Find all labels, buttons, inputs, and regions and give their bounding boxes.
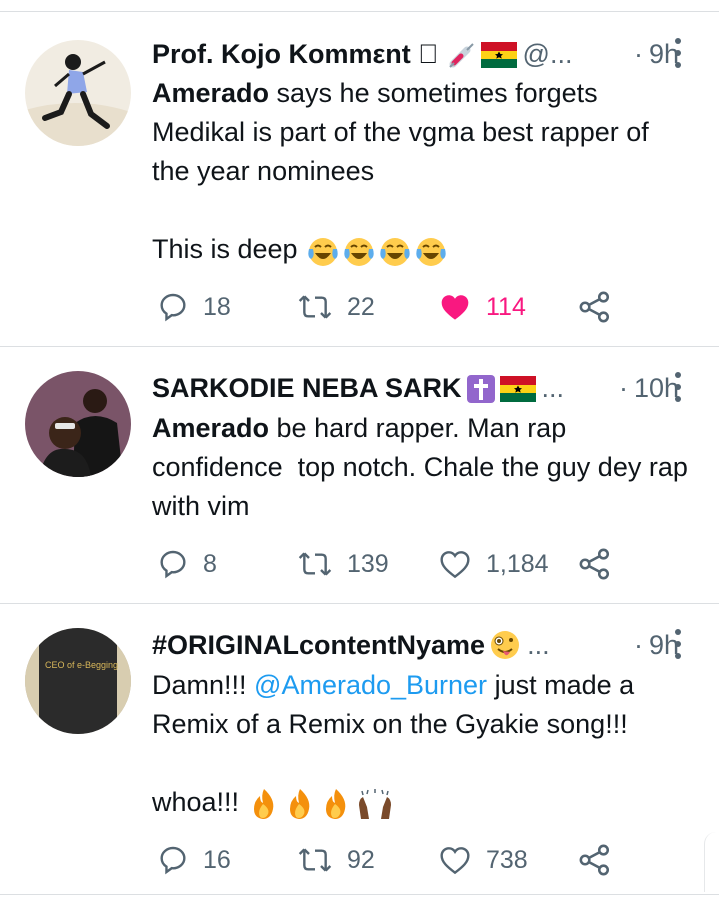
reply-button[interactable]: 18 xyxy=(157,287,231,327)
tweet-1[interactable]: Prof. Kojo Kommεnt ⃝ @... · 9h Amerado s… xyxy=(0,12,719,346)
retweet-count: 92 xyxy=(347,845,375,874)
handle[interactable]: ... xyxy=(527,630,550,661)
retweet-count: 139 xyxy=(347,549,389,578)
avatar[interactable]: CEO of e-Begging xyxy=(25,628,131,734)
heart-icon xyxy=(440,551,470,579)
reply-button[interactable]: 8 xyxy=(157,544,217,584)
retweet-button[interactable]: 92 xyxy=(297,840,375,880)
tweet-2[interactable]: SARKODIE NEBA SARK ... · 10h Amerado be … xyxy=(0,347,719,603)
like-count: 114 xyxy=(486,292,526,321)
share-button[interactable] xyxy=(578,287,626,327)
reply-icon xyxy=(160,293,186,322)
bold-text: Amerado xyxy=(152,413,270,443)
share-icon xyxy=(579,548,610,580)
avatar[interactable] xyxy=(25,40,131,146)
reply-icon xyxy=(160,846,186,875)
more-options-icon[interactable] xyxy=(673,629,683,659)
share-button[interactable] xyxy=(578,544,626,584)
laughing-crying-icon xyxy=(305,234,451,267)
avatar[interactable] xyxy=(25,371,131,477)
bold-text: Amerado xyxy=(152,78,270,108)
tweet-text: Amerado be hard rapper. Man rap confiden… xyxy=(152,409,692,526)
reply-count: 16 xyxy=(203,845,231,874)
tweet-actions: 16 92 738 xyxy=(0,840,719,880)
ghana-flag-icon xyxy=(480,39,517,70)
text-line: This is deep xyxy=(152,234,298,264)
tweet-actions: 8 139 1,184 xyxy=(0,544,719,584)
avatar-shirt-text: CEO of e-Begging xyxy=(45,660,118,670)
tweet-header: #ORIGINALcontentNyame ... · 9h xyxy=(152,628,679,662)
tweet-header: SARKODIE NEBA SARK ... · 10h xyxy=(152,371,679,405)
like-count: 1,184 xyxy=(486,549,549,578)
tweet-text: Damn!!! @Amerado_Burner just made a Remi… xyxy=(152,666,692,822)
reply-button[interactable]: 16 xyxy=(157,840,231,880)
display-name[interactable]: SARKODIE NEBA SARK xyxy=(152,373,462,404)
reply-count: 18 xyxy=(203,292,231,321)
separator-dot: · xyxy=(633,629,643,660)
tweet-3[interactable]: CEO of e-Begging #ORIGINALcontentNyame .… xyxy=(0,604,719,894)
raising-hands-icon xyxy=(358,788,391,819)
mention-link[interactable]: @Amerado_Burner xyxy=(254,670,487,700)
retweet-icon xyxy=(298,552,332,576)
tweet-header: Prof. Kojo Kommεnt ⃝ @... · 9h xyxy=(152,37,679,71)
text-content: Damn!!! xyxy=(152,670,255,700)
retweet-button[interactable]: 22 xyxy=(297,287,375,327)
tweet-actions: 18 22 114 xyxy=(0,287,719,327)
avatar-illustration xyxy=(25,40,131,146)
retweet-icon xyxy=(298,295,332,319)
heart-icon xyxy=(440,847,470,875)
heart-filled-icon xyxy=(441,295,469,320)
floating-button-edge xyxy=(704,832,719,892)
retweet-count: 22 xyxy=(347,292,375,321)
like-count: 738 xyxy=(486,845,528,874)
tweet-text: Amerado says he sometimes forgets Medika… xyxy=(152,74,692,269)
cross-icon xyxy=(464,372,496,404)
handle[interactable]: ... xyxy=(542,373,565,404)
retweet-icon xyxy=(298,848,332,872)
text-line: whoa!!! xyxy=(152,787,240,817)
display-name[interactable]: #ORIGINALcontentNyame xyxy=(152,630,485,661)
reply-icon xyxy=(160,550,186,579)
retweet-button[interactable]: 139 xyxy=(297,544,389,584)
like-button[interactable]: 738 xyxy=(438,840,528,880)
avatar-shirt-photo: CEO of e-Begging xyxy=(25,628,131,734)
fire-icon xyxy=(247,787,397,819)
zany-face-icon xyxy=(487,629,521,662)
tweet-divider xyxy=(0,894,719,895)
display-name[interactable]: Prof. Kojo Kommεnt ⃝ xyxy=(152,39,439,70)
separator-dot: · xyxy=(633,38,643,69)
share-button[interactable] xyxy=(578,840,626,880)
handle[interactable]: @... xyxy=(523,39,573,70)
ghana-flag-icon xyxy=(499,373,536,404)
avatar-photo xyxy=(25,371,131,477)
share-icon xyxy=(579,291,610,323)
like-button[interactable]: 1,184 xyxy=(438,544,549,584)
reply-count: 8 xyxy=(203,549,217,578)
more-options-icon[interactable] xyxy=(673,38,683,68)
syringe-icon xyxy=(445,38,477,70)
share-icon xyxy=(579,844,610,876)
separator-dot: · xyxy=(618,372,628,403)
like-button[interactable]: 114 xyxy=(438,287,526,327)
more-options-icon[interactable] xyxy=(673,372,683,402)
